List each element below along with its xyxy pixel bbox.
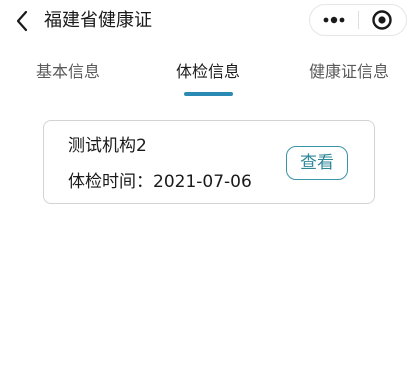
exam-date-label: 体检时间： bbox=[68, 172, 153, 192]
exam-date-row: 体检时间：2021-07-06 bbox=[68, 171, 252, 193]
exam-org-name: 测试机构2 bbox=[68, 136, 147, 156]
mini-program-capsule bbox=[309, 4, 407, 36]
tab-basic-info[interactable]: 基本信息 bbox=[36, 60, 100, 84]
active-tab-indicator bbox=[184, 92, 233, 96]
page-title: 福建省健康证 bbox=[44, 10, 152, 31]
exam-date-value: 2021-07-06 bbox=[153, 172, 252, 192]
nav-bar: 福建省健康证 bbox=[0, 0, 415, 44]
target-circle-icon[interactable] bbox=[358, 5, 406, 35]
tab-bar: 基本信息 体检信息 健康证信息 bbox=[0, 52, 415, 100]
exam-record-card: 测试机构2 体检时间：2021-07-06 查看 bbox=[43, 120, 375, 204]
more-dots-icon[interactable] bbox=[310, 5, 358, 35]
tab-exam-info[interactable]: 体检信息 bbox=[176, 60, 240, 84]
view-button[interactable]: 查看 bbox=[286, 146, 348, 180]
chevron-left-icon[interactable] bbox=[12, 8, 32, 34]
tab-certificate-info[interactable]: 健康证信息 bbox=[309, 60, 389, 84]
